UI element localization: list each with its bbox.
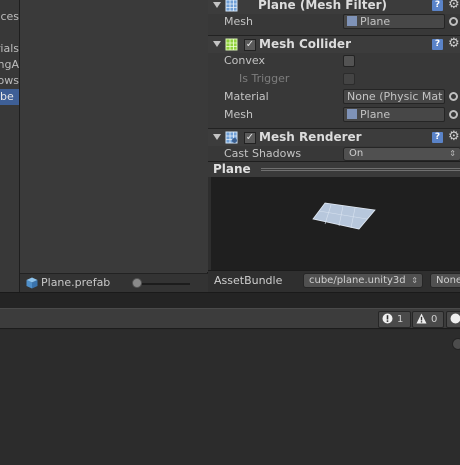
dropdown-arrows-icon: ⇕ [411,276,418,285]
foldout-arrow-icon[interactable] [213,134,221,140]
error-icon [382,313,393,324]
is-trigger-label: Is Trigger [239,72,290,85]
project-asset-area[interactable] [20,0,208,272]
mesh-filter-mesh-field[interactable]: Plane [343,14,445,29]
gear-icon[interactable]: ⚙ [448,36,460,51]
hierarchy-item[interactable]: rials [0,41,19,57]
mesh-asset-icon [347,109,357,119]
hierarchy-item[interactable]: ces [0,9,19,25]
error-count: 1 [397,314,404,325]
assetbundle-name-value: cube/plane.unity3d [309,275,406,286]
object-picker-icon[interactable] [449,92,458,101]
console-log-area[interactable] [0,330,460,465]
error-toggle-button[interactable]: 1 [378,311,411,328]
mesh-collider-header[interactable]: ✓ Mesh Collider ? ⚙ [208,35,460,53]
assetbundle-name-dropdown[interactable]: cube/plane.unity3d ⇕ [303,273,423,288]
convex-label: Convex [224,54,265,67]
preview-header[interactable]: Plane [208,161,460,177]
console-toolbar: 1 0 [0,308,460,329]
mesh-collider-mesh-label: Mesh [224,108,253,121]
help-icon[interactable]: ? [432,39,443,50]
plane-mesh-preview [312,202,376,230]
hierarchy-item[interactable]: ows [0,73,19,89]
mesh-renderer-title: Mesh Renderer [259,130,362,144]
preview-title: Plane [213,162,251,176]
mesh-collider-icon [225,38,238,51]
mesh-filter-mesh-value: Plane [360,15,391,28]
material-field[interactable]: None (Physic Mat [343,89,445,104]
mesh-collider-title: Mesh Collider [259,37,351,51]
assetbundle-bar: AssetBundle cube/plane.unity3d ⇕ None [208,270,460,292]
mesh-renderer-enabled-checkbox[interactable]: ✓ [244,132,256,144]
info-toggle-button[interactable] [446,311,460,328]
dropdown-arrows-icon: ⇕ [449,149,456,158]
mesh-collider-mesh-field[interactable]: Plane [343,107,445,122]
convex-checkbox[interactable] [343,55,355,67]
info-icon [450,313,460,324]
project-footer: Plane.prefab [20,273,208,292]
help-icon[interactable]: ? [432,0,443,11]
hierarchy-item-selected[interactable]: be [0,89,19,105]
warning-icon [416,313,427,324]
gear-icon[interactable]: ⚙ [448,0,460,12]
preview-drag-handle[interactable] [261,168,460,171]
object-picker-icon[interactable] [449,110,458,119]
assetbundle-variant-dropdown[interactable]: None [430,273,460,288]
cast-shadows-value: On [349,148,364,159]
icon-size-slider-handle[interactable] [132,278,142,288]
scrollbar-handle[interactable] [452,338,460,350]
material-value: None (Physic Mat [347,90,443,103]
foldout-arrow-icon[interactable] [213,2,221,8]
panel-splitter[interactable] [0,292,460,308]
project-panel: Plane.prefab [20,0,208,292]
mesh-filter-mesh-label: Mesh [224,15,253,28]
foldout-arrow-icon[interactable] [213,41,221,47]
warning-count: 0 [431,314,438,325]
hierarchy-item[interactable]: ngA [0,57,19,73]
mesh-filter-title: Plane (Mesh Filter) [258,0,387,12]
assetbundle-variant-value: None [436,275,460,286]
help-icon[interactable]: ? [432,132,443,143]
mesh-renderer-header[interactable]: ✓ Mesh Renderer ? ⚙ [208,128,460,146]
cast-shadows-dropdown[interactable]: On ⇕ [343,147,460,161]
mesh-collider-enabled-checkbox[interactable]: ✓ [244,39,256,51]
selected-asset-name[interactable]: Plane.prefab [41,276,110,289]
object-picker-icon[interactable] [449,17,458,26]
mesh-asset-icon [347,16,357,26]
prefab-cube-icon [26,277,38,289]
mesh-renderer-icon [225,131,238,144]
gear-icon[interactable]: ⚙ [448,129,460,144]
mesh-collider-mesh-value: Plane [360,108,391,121]
material-label: Material [224,90,269,103]
warning-toggle-button[interactable]: 0 [412,311,444,328]
mesh-filter-icon [225,0,238,12]
hierarchy-panel: ces rials ngA ows be [0,0,20,292]
preview-viewport[interactable] [208,177,460,270]
assetbundle-label: AssetBundle [214,274,283,287]
mesh-filter-header[interactable]: Plane (Mesh Filter) ? ⚙ [208,0,460,14]
is-trigger-checkbox[interactable] [343,73,355,85]
cast-shadows-label: Cast Shadows [224,147,302,160]
